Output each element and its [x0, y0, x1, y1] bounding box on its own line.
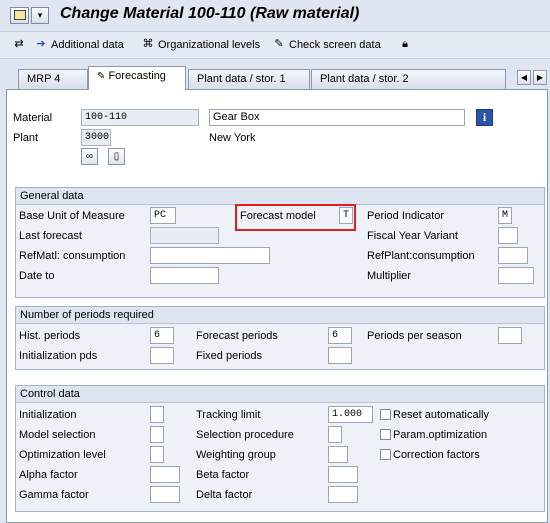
optimization-level-field[interactable]: [150, 446, 164, 463]
optimization-level-label: Optimization level: [19, 449, 106, 461]
material-field: 100-110: [81, 109, 199, 126]
forecasting-panel: Material 100-110 Gear Box i Plant 3000 N…: [6, 89, 548, 523]
check-icon: ✎: [274, 38, 284, 50]
refplant-label: RefPlant:consumption: [367, 250, 475, 262]
selection-procedure-field[interactable]: [328, 426, 342, 443]
fixed-periods-field[interactable]: [328, 347, 352, 364]
lock-icon: 🔒︎: [402, 38, 408, 50]
tab-mrp4[interactable]: MRP 4: [18, 69, 88, 89]
alpha-factor-field[interactable]: [150, 466, 180, 483]
forecast-icon: ✎: [97, 71, 106, 82]
beta-factor-label: Beta factor: [196, 469, 250, 481]
plant-name: New York: [209, 132, 256, 144]
tab-strip: MRP 4 ✎ Forecasting Plant data / stor. 1…: [0, 66, 550, 90]
org-levels-button[interactable]: ⌘ Organizational levels: [141, 38, 261, 51]
general-data-group: General data: [15, 187, 545, 298]
material-label: Material: [13, 112, 53, 124]
delta-factor-field[interactable]: [328, 486, 358, 503]
alpha-factor-label: Alpha factor: [19, 469, 78, 481]
dropdown-arrow-icon[interactable]: ▾: [31, 7, 49, 24]
date-to-label: Date to: [19, 270, 55, 282]
control-data-title: Control data: [16, 386, 544, 403]
plant-label: Plant: [13, 132, 39, 144]
plant-field: 3000: [81, 129, 111, 146]
last-forecast-field: [150, 227, 219, 244]
init-pds-field[interactable]: [150, 347, 174, 364]
forecast-model-field[interactable]: T: [339, 207, 353, 224]
delta-factor-label: Delta factor: [196, 489, 253, 501]
base-uom-label: Base Unit of Measure: [19, 210, 125, 222]
selection-procedure-label: Selection procedure: [196, 429, 294, 441]
application-toolbar: ⇄ ➜ Additional data ⌘ Organizational lev…: [0, 31, 550, 59]
refmatl-label: RefMatl: consumption: [19, 250, 126, 262]
check-screen-data-button[interactable]: ✎ Check screen data: [272, 38, 380, 51]
lock-button[interactable]: 🔒︎: [398, 38, 412, 51]
periods-per-season-field[interactable]: [498, 327, 522, 344]
title-bar: ▾ Change Material 100-110 (Raw material): [0, 0, 550, 31]
period-indicator-label: Period Indicator: [367, 210, 445, 222]
tab-plant-data-2[interactable]: Plant data / stor. 2: [311, 69, 506, 89]
initialization-label: Initialization: [19, 409, 77, 421]
tab-forecasting[interactable]: ✎ Forecasting: [88, 66, 186, 90]
init-pds-label: Initialization pds: [19, 350, 98, 362]
tab-plant-data-1[interactable]: Plant data / stor. 1: [188, 69, 310, 89]
tracking-limit-field[interactable]: 1.000: [328, 406, 373, 423]
weighting-group-label: Weighting group: [196, 449, 276, 461]
model-selection-field[interactable]: [150, 426, 164, 443]
page-title: Change Material 100-110 (Raw material): [60, 5, 360, 22]
gamma-factor-label: Gamma factor: [19, 489, 89, 501]
info-icon[interactable]: i: [476, 109, 493, 126]
param-optimization-checkbox[interactable]: [380, 429, 391, 440]
date-to-field[interactable]: [150, 267, 219, 284]
switch-icon: ⇄: [14, 38, 24, 50]
multiplier-field[interactable]: [498, 267, 534, 284]
correction-factors-checkbox[interactable]: [380, 449, 391, 460]
last-forecast-label: Last forecast: [19, 230, 82, 242]
param-optimization-label: Param.optimization: [393, 429, 488, 441]
tracking-limit-label: Tracking limit: [196, 409, 261, 421]
initialization-field[interactable]: [150, 406, 164, 423]
fixed-periods-label: Fixed periods: [196, 350, 263, 362]
forecast-model-label: Forecast model: [240, 210, 316, 222]
arrow-right-icon: ➜: [36, 38, 46, 50]
base-uom-field[interactable]: PC: [150, 207, 176, 224]
forecast-periods-field[interactable]: 6: [328, 327, 352, 344]
general-data-title: General data: [16, 188, 544, 205]
reset-automatically-label: Reset automatically: [393, 409, 489, 421]
material-description-field[interactable]: Gear Box: [209, 109, 465, 126]
beta-factor-field[interactable]: [328, 466, 358, 483]
glasses-icon[interactable]: ∞: [81, 148, 98, 165]
hierarchy-icon: ⌘: [142, 38, 154, 50]
refmatl-field[interactable]: [150, 247, 270, 264]
weighting-group-field[interactable]: [328, 446, 348, 463]
document-icon[interactable]: ▯: [108, 148, 125, 165]
tab-scroll-left-icon[interactable]: ◀: [517, 70, 531, 85]
additional-data-button[interactable]: ➜ Additional data: [34, 38, 123, 51]
correction-factors-label: Correction factors: [393, 449, 480, 461]
gamma-factor-field[interactable]: [150, 486, 180, 503]
periods-per-season-label: Periods per season: [367, 330, 462, 342]
fiscal-year-field[interactable]: [498, 227, 518, 244]
reset-automatically-checkbox[interactable]: [380, 409, 391, 420]
multiplier-label: Multiplier: [367, 270, 412, 282]
other-material-button[interactable]: ⇄: [12, 38, 26, 51]
fiscal-year-label: Fiscal Year Variant: [367, 230, 458, 242]
menu-icon[interactable]: [10, 7, 29, 24]
refplant-field[interactable]: [498, 247, 528, 264]
model-selection-label: Model selection: [19, 429, 96, 441]
tab-scroll-right-icon[interactable]: ▶: [533, 70, 547, 85]
periods-title: Number of periods required: [16, 307, 544, 324]
hist-periods-label: Hist. periods: [19, 330, 81, 342]
forecast-periods-label: Forecast periods: [196, 330, 278, 342]
period-indicator-field[interactable]: M: [498, 207, 512, 224]
hist-periods-field[interactable]: 6: [150, 327, 174, 344]
